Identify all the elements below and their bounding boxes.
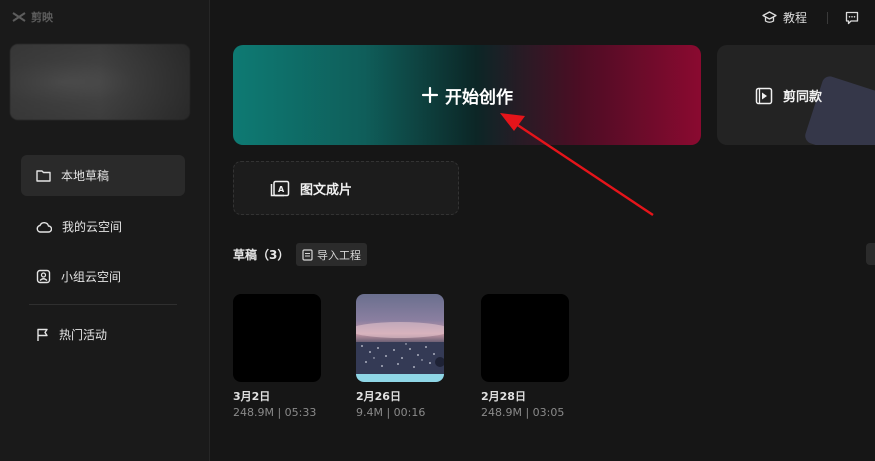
text-to-video-label: 图文成片 [300,182,353,198]
message-icon [845,11,859,25]
draft-meta: 248.9M | 03:05 [481,406,565,419]
template-decoration [803,74,875,145]
template-video-icon [755,87,773,104]
template-card[interactable]: 剪同款 [717,45,875,145]
sidebar: 剪映 本地草稿 我的云空间 小组云空间 热门活动 [0,0,210,461]
capcut-logo-icon [12,12,26,22]
sidebar-item-label: 本地草稿 [61,169,110,183]
draft-name: 2月28日 [481,390,526,403]
template-label: 剪同款 [783,90,823,105]
sidebar-divider [29,304,177,305]
app-logo: 剪映 [12,9,53,25]
cloud-icon [36,221,52,233]
sidebar-item-team-cloud[interactable]: 小组云空间 [21,256,185,297]
app-logo-text: 剪映 [31,11,53,24]
topbar-divider [827,12,828,24]
tutorial-label: 教程 [783,11,808,25]
drafts-title: 草稿（3） [233,248,290,262]
draft-meta: 9.4M | 00:16 [356,406,426,419]
tutorial-button[interactable]: 教程 [762,9,807,26]
document-icon [302,248,313,261]
team-cloud-icon [36,269,51,284]
flag-icon [37,328,48,341]
draft-thumbnail [481,294,569,382]
import-project-button[interactable]: 导入工程 [296,243,367,266]
sidebar-item-label: 小组云空间 [61,270,122,284]
svg-text:A: A [278,185,285,194]
feedback-button[interactable] [845,10,859,29]
draft-item[interactable]: 3月2日 248.9M | 05:33 [233,294,321,419]
view-toggle-button[interactable] [866,243,875,265]
import-project-label: 导入工程 [317,248,361,262]
draft-item[interactable]: 2月26日 9.4M | 00:16 [356,294,444,419]
draft-item[interactable]: 2月28日 248.9M | 03:05 [481,294,569,419]
sidebar-item-label: 我的云空间 [62,220,123,234]
graduation-cap-icon [762,11,777,23]
sidebar-item-my-cloud[interactable]: 我的云空间 [21,206,185,247]
sidebar-item-label: 热门活动 [59,328,108,342]
sidebar-item-local-drafts[interactable]: 本地草稿 [21,155,185,196]
plus-icon [421,86,439,104]
folder-icon [36,170,51,182]
text-to-video-button[interactable]: A 图文成片 [233,161,459,215]
photo-thumbnail [356,294,444,382]
text-image-icon: A [270,180,290,196]
start-create-label: 开始创作 [445,87,513,108]
draft-meta: 248.9M | 05:33 [233,406,317,419]
sidebar-item-hot-events[interactable]: 热门活动 [21,314,185,355]
draft-name: 3月2日 [233,390,271,403]
user-profile-card[interactable] [10,44,190,120]
draft-thumbnail [233,294,321,382]
draft-name: 2月26日 [356,390,401,403]
draft-thumbnail [356,294,444,382]
start-create-button[interactable]: 开始创作 [233,45,701,145]
